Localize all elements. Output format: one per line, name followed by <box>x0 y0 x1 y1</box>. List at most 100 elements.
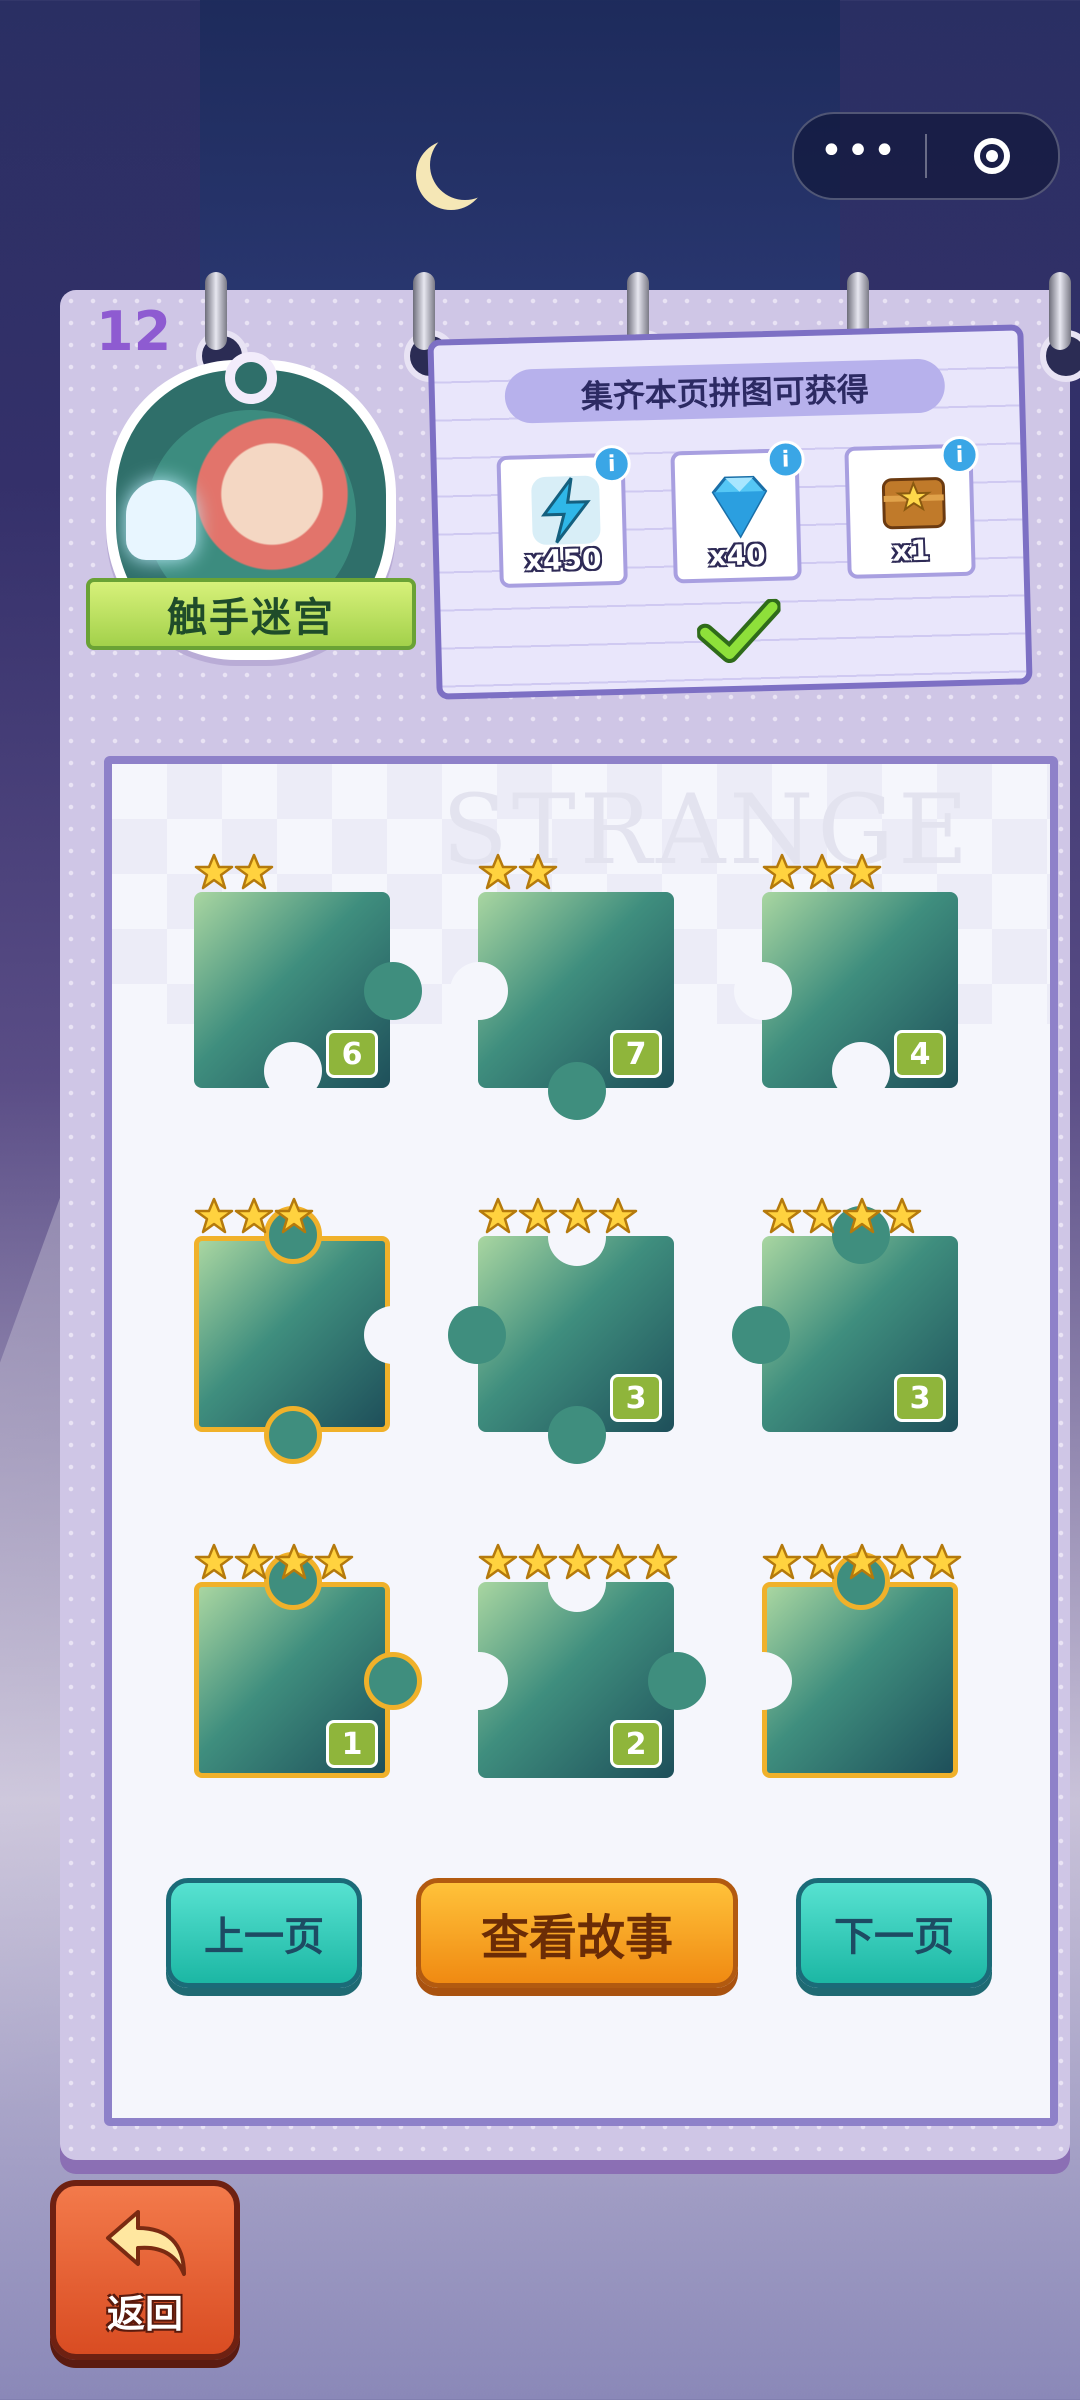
star-icon <box>274 1196 314 1240</box>
binder-ring <box>1049 272 1071 350</box>
back-button[interactable]: 返回 <box>50 2180 240 2360</box>
star-icon <box>194 1196 234 1240</box>
star-icon <box>518 852 558 896</box>
piece-star-rating <box>478 1542 678 1586</box>
piece-star-rating <box>762 852 882 896</box>
piece-notch <box>734 1652 792 1710</box>
info-icon[interactable]: i <box>766 440 806 480</box>
piece-count-badge: 4 <box>894 1030 946 1078</box>
more-dots-icon: ••• <box>819 128 900 174</box>
piece-star-rating <box>762 1196 922 1240</box>
piece-star-rating <box>478 852 558 896</box>
puzzle-piece[interactable]: 2 <box>450 1543 706 1778</box>
reward-card: 集齐本页拼图可获得 i x450 i x40 i x1 <box>427 324 1033 700</box>
puzzle-piece[interactable] <box>734 1543 962 1778</box>
piece-knob <box>548 1062 606 1120</box>
puzzle-piece[interactable]: 3 <box>732 1197 958 1432</box>
target-circle-icon <box>974 138 1011 174</box>
piece-star-rating <box>194 1196 314 1240</box>
next-page-button[interactable]: 下一页 <box>796 1878 992 1988</box>
star-icon <box>274 1542 314 1586</box>
star-icon <box>558 1542 598 1586</box>
mini-program-capsule: ••• <box>792 112 1060 200</box>
puzzle-piece[interactable] <box>194 1197 422 1464</box>
prev-page-button[interactable]: 上一页 <box>166 1878 362 1988</box>
reward-qty: x450 <box>524 542 602 578</box>
info-icon[interactable]: i <box>940 435 980 475</box>
piece-star-rating <box>762 1542 962 1586</box>
star-icon <box>478 1196 518 1240</box>
level-name-ribbon: 触手迷宫 <box>86 578 416 650</box>
star-icon <box>762 1196 802 1240</box>
reward-item-energy[interactable]: i x450 <box>496 444 632 589</box>
star-icon <box>478 852 518 896</box>
star-icon <box>842 1542 882 1586</box>
reward-qty: x40 <box>708 538 767 573</box>
star-icon <box>194 852 234 896</box>
star-icon <box>598 1196 638 1240</box>
star-icon <box>314 1542 354 1586</box>
piece-count-badge: 3 <box>894 1374 946 1422</box>
piece-star-rating <box>194 852 274 896</box>
piece-knob <box>548 1406 606 1464</box>
star-icon <box>802 1542 842 1586</box>
reward-qty: x1 <box>891 533 931 568</box>
star-icon <box>518 1196 558 1240</box>
piece-count-badge: 1 <box>326 1720 378 1768</box>
view-story-button[interactable]: 查看故事 <box>416 1878 738 1988</box>
piece-notch <box>450 1652 508 1710</box>
piece-star-rating <box>478 1196 638 1240</box>
back-arrow-icon <box>106 2210 186 2276</box>
close-mini-program-button[interactable] <box>927 114 1058 198</box>
info-icon[interactable]: i <box>592 444 632 484</box>
piece-knob <box>364 962 422 1020</box>
puzzle-piece[interactable]: 7 <box>450 853 674 1120</box>
star-icon <box>478 1542 518 1586</box>
star-icon <box>922 1542 962 1586</box>
star-icon <box>234 1542 274 1586</box>
piece-notch <box>450 962 508 1020</box>
green-check-icon <box>696 597 782 665</box>
level-badge: 触手迷宫 <box>86 352 416 680</box>
star-icon <box>558 1196 598 1240</box>
treasure-chest-icon <box>873 460 955 542</box>
back-label: 返回 <box>106 2292 183 2336</box>
star-icon <box>518 1542 558 1586</box>
piece-knob <box>448 1306 506 1364</box>
puzzle-piece[interactable]: 6 <box>194 853 422 1100</box>
puzzle-piece[interactable]: 1 <box>194 1543 422 1778</box>
reward-item-chest[interactable]: i x1 <box>844 435 980 579</box>
piece-count-badge: 3 <box>610 1374 662 1422</box>
star-icon <box>234 852 274 896</box>
ghost-companion-icon <box>126 480 196 560</box>
star-icon <box>882 1196 922 1240</box>
puzzle-piece[interactable]: 4 <box>734 853 958 1100</box>
reward-item-diamond[interactable]: i x40 <box>670 440 806 584</box>
level-name: 触手迷宫 <box>167 595 335 641</box>
star-icon <box>882 1542 922 1586</box>
puzzle-piece-art <box>194 1236 390 1432</box>
piece-notch <box>832 1042 890 1100</box>
piece-knob <box>364 1652 422 1710</box>
reward-title: 集齐本页拼图可获得 <box>504 358 946 424</box>
tag-ring <box>225 352 277 404</box>
binder-ring <box>205 272 227 350</box>
star-icon <box>638 1542 678 1586</box>
star-icon <box>194 1542 234 1586</box>
level-number: 12 <box>96 300 172 363</box>
piece-count-badge: 2 <box>610 1720 662 1768</box>
star-icon <box>802 852 842 896</box>
more-options-button[interactable]: ••• <box>794 114 925 198</box>
star-icon <box>802 1196 842 1240</box>
piece-notch <box>364 1306 422 1364</box>
piece-count-badge: 6 <box>326 1030 378 1078</box>
star-icon <box>842 1196 882 1240</box>
piece-knob <box>648 1652 706 1710</box>
star-icon <box>234 1196 274 1240</box>
piece-count-badge: 7 <box>610 1030 662 1078</box>
puzzle-piece[interactable]: 3 <box>448 1197 674 1464</box>
star-icon <box>762 1542 802 1586</box>
star-icon <box>842 852 882 896</box>
star-icon <box>598 1542 638 1586</box>
lightning-energy-icon <box>525 469 607 551</box>
